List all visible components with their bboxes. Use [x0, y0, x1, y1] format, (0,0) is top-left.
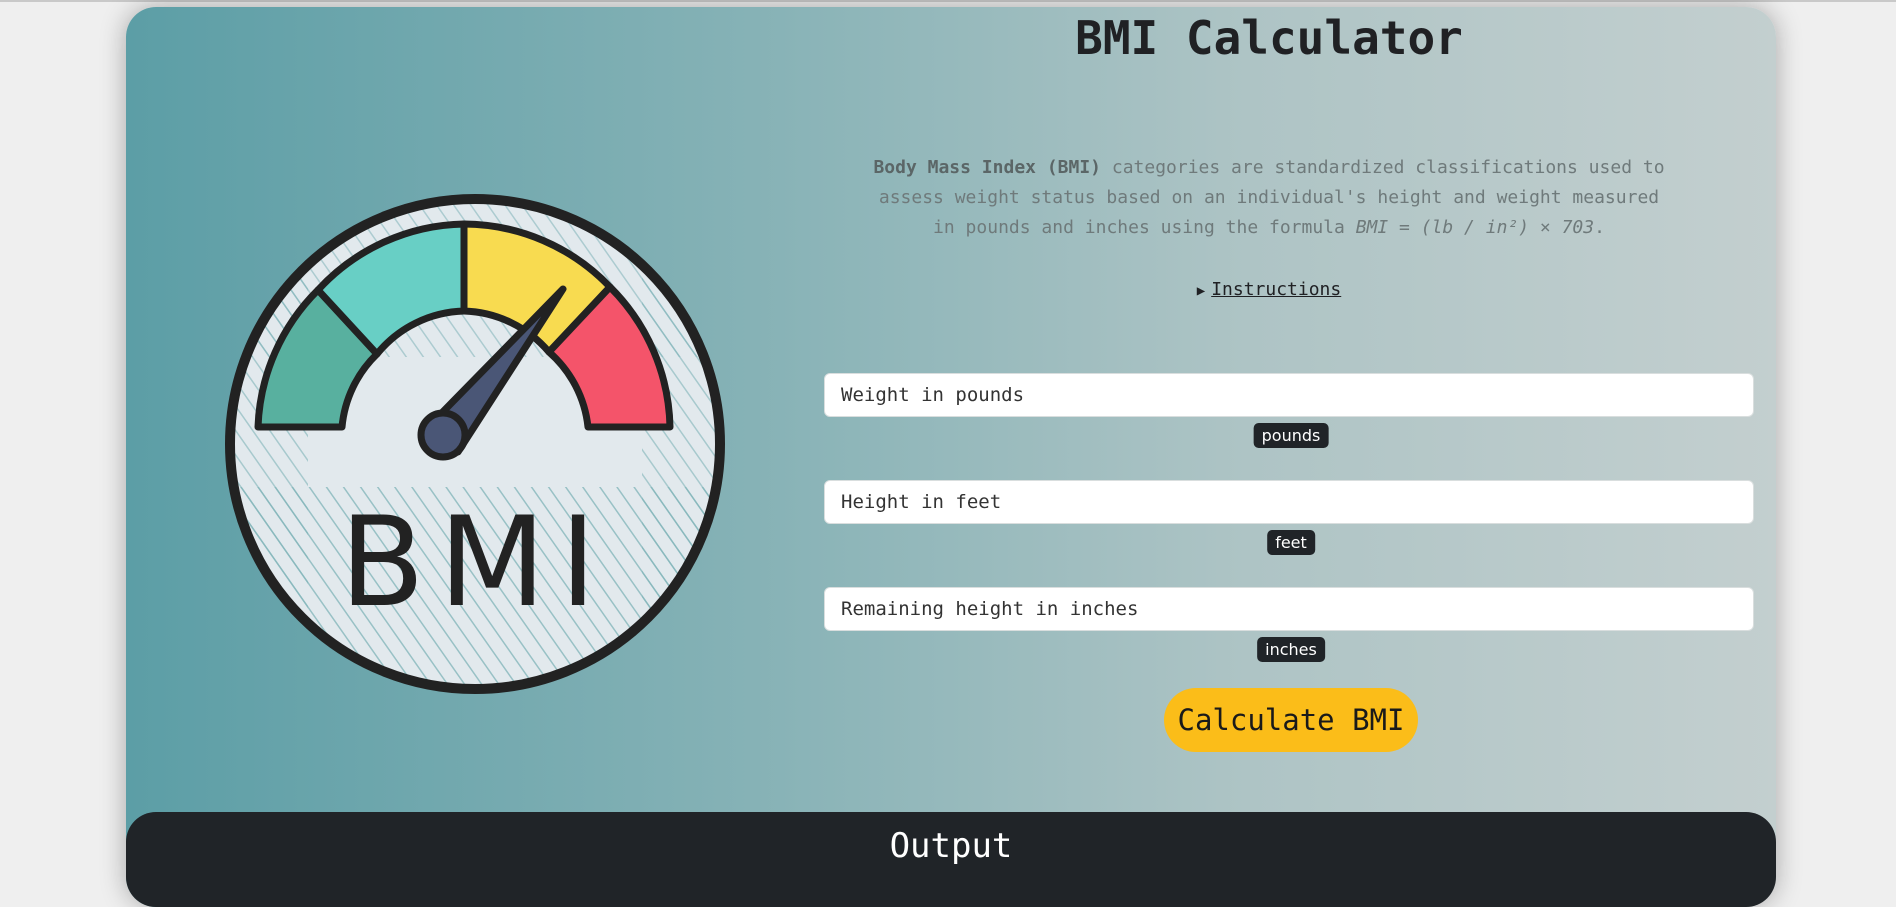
logo-text: BMI — [340, 491, 611, 635]
bmi-formula: BMI = (lb / in²) × 703 — [1355, 217, 1595, 238]
browser-top-border — [0, 0, 1896, 2]
output-heading: Output — [889, 826, 1013, 866]
weight-unit-badge: pounds — [1253, 423, 1329, 448]
output-panel: Output — [126, 812, 1776, 907]
bmi-description: Body Mass Index (BMI) categories are sta… — [866, 153, 1672, 243]
height-feet-input[interactable] — [824, 480, 1754, 524]
height-inches-input[interactable] — [824, 587, 1754, 631]
triangle-right-icon: ▶ — [1196, 283, 1206, 299]
bmi-gauge-logo: BMI — [225, 194, 725, 694]
description-bold-lead: Body Mass Index (BMI) — [873, 157, 1102, 178]
instructions-toggle[interactable]: ▶ Instructions — [826, 279, 1712, 300]
calculator-card: BMI BMI Calculator Body Mass Index (BMI)… — [126, 7, 1776, 907]
page-title: BMI Calculator — [1075, 11, 1463, 65]
description-end: . — [1594, 217, 1605, 238]
feet-unit-badge: feet — [1267, 530, 1315, 555]
weight-input[interactable] — [824, 373, 1754, 417]
inches-unit-badge: inches — [1257, 637, 1325, 662]
calculate-bmi-button[interactable]: Calculate BMI — [1164, 688, 1418, 752]
needle-hub — [417, 409, 469, 461]
instructions-label[interactable]: Instructions — [1211, 279, 1341, 300]
